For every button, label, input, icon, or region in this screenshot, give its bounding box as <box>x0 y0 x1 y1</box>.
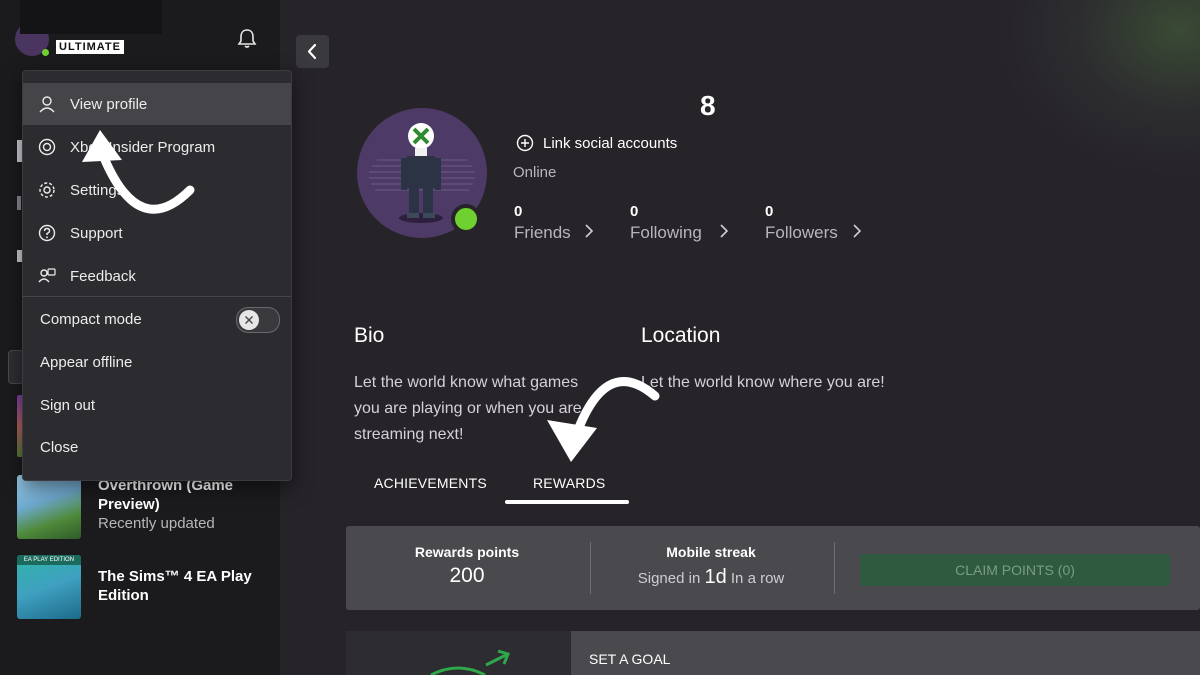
menu-label: Support <box>70 224 123 242</box>
menu-item-compact-mode[interactable]: Compact mode <box>23 298 291 340</box>
following-label: Following <box>630 223 702 242</box>
compact-mode-toggle[interactable] <box>236 307 280 333</box>
rewards-panel: Rewards points 200 Mobile streak Signed … <box>346 526 1200 610</box>
menu-label: Compact mode <box>40 310 142 328</box>
divider <box>590 542 591 594</box>
menu-item-view-profile[interactable]: View profile <box>23 83 291 125</box>
game-title-overthrown[interactable]: Overthrown (Game Preview) <box>98 476 268 514</box>
following-count: 0 <box>630 203 639 220</box>
following-stat[interactable]: 0 Following <box>630 203 729 243</box>
menu-label: Sign out <box>40 396 96 414</box>
rewards-points-value: 200 <box>449 564 485 587</box>
link-social-accounts[interactable]: Link social accounts <box>516 134 677 152</box>
menu-divider <box>23 296 291 297</box>
tab-achievements[interactable]: ACHIEVEMENTS <box>374 475 487 491</box>
add-circle-icon <box>516 134 534 152</box>
streak-suffix: In a row <box>730 570 785 587</box>
goal-panel: SET A GOAL <box>346 631 1200 675</box>
game-thumbnail-sims4[interactable]: EA PLAY EDITION <box>17 555 81 619</box>
tab-rewards[interactable]: REWARDS <box>533 475 605 491</box>
menu-label: Close <box>40 438 79 456</box>
bio-heading: Bio <box>354 324 385 347</box>
link-social-label: Link social accounts <box>543 134 678 152</box>
profile-main: 8 Link social accounts Online 0 Friends … <box>280 0 1200 675</box>
location-text[interactable]: Let the world know where you are! <box>641 370 941 396</box>
help-icon <box>38 224 56 242</box>
mobile-streak-text: Signed in 1d In a row <box>616 566 806 589</box>
game-subtitle-overthrown: Recently updated <box>98 515 215 532</box>
mobile-streak-title: Mobile streak <box>666 544 756 560</box>
gamertag-redacted <box>20 0 162 34</box>
menu-label: Feedback <box>70 267 136 285</box>
menu-item-feedback[interactable]: Feedback <box>23 255 291 297</box>
menu-label: View profile <box>70 95 148 113</box>
friends-stat[interactable]: 0 Friends <box>514 203 594 243</box>
active-tab-indicator <box>505 500 629 504</box>
set-goal-title: SET A GOAL <box>589 651 671 667</box>
chevron-right-icon <box>585 224 594 238</box>
chevron-right-icon <box>853 224 862 238</box>
rewards-points-title: Rewards points <box>414 544 520 560</box>
gear-icon <box>39 182 55 198</box>
claim-points-button[interactable]: CLAIM POINTS (0) <box>860 554 1170 586</box>
mobile-streak-block: Mobile streak Signed in 1d In a row <box>616 544 806 589</box>
game-thumbnail-overthrown[interactable] <box>17 475 81 539</box>
followers-count: 0 <box>765 203 774 220</box>
set-goal-section[interactable]: SET A GOAL <box>571 631 1200 675</box>
followers-label: Followers <box>765 223 838 242</box>
game-title-sims4[interactable]: The Sims™ 4 EA Play Edition <box>98 567 268 605</box>
bell-icon[interactable] <box>236 27 258 49</box>
streak-prefix: Signed in <box>637 570 701 587</box>
followers-stat[interactable]: 0 Followers <box>765 203 862 243</box>
menu-item-appear-offline[interactable]: Appear offline <box>23 341 291 383</box>
insider-icon <box>38 138 56 156</box>
close-icon <box>245 316 253 324</box>
menu-item-close[interactable]: Close <box>23 426 291 468</box>
rewards-points-block: Rewards points 200 <box>386 544 548 588</box>
sims-band-label: EA PLAY EDITION <box>17 555 81 565</box>
menu-label: Appear offline <box>40 353 133 371</box>
presence-status: Online <box>513 164 557 181</box>
streak-days: 1d <box>704 566 727 588</box>
target-icon <box>430 649 511 675</box>
gamertag: 8 <box>700 90 716 121</box>
location-heading: Location <box>641 324 721 347</box>
person-icon <box>39 96 55 113</box>
divider <box>834 542 835 594</box>
annotation-arrow-up-icon <box>82 130 195 214</box>
friends-count: 0 <box>514 203 523 220</box>
feedback-icon <box>38 268 56 283</box>
nav-fragment <box>17 196 21 210</box>
menu-item-sign-out[interactable]: Sign out <box>23 384 291 426</box>
friends-label: Friends <box>514 223 571 242</box>
ultimate-badge: ULTIMATE <box>56 40 124 54</box>
online-status-dot <box>42 49 49 56</box>
profile-online-indicator <box>451 204 481 234</box>
chevron-left-icon <box>307 43 317 60</box>
toggle-knob <box>239 310 259 330</box>
back-button[interactable] <box>296 35 329 68</box>
annotation-arrow-down-icon <box>547 377 660 462</box>
chevron-right-icon <box>720 224 729 238</box>
